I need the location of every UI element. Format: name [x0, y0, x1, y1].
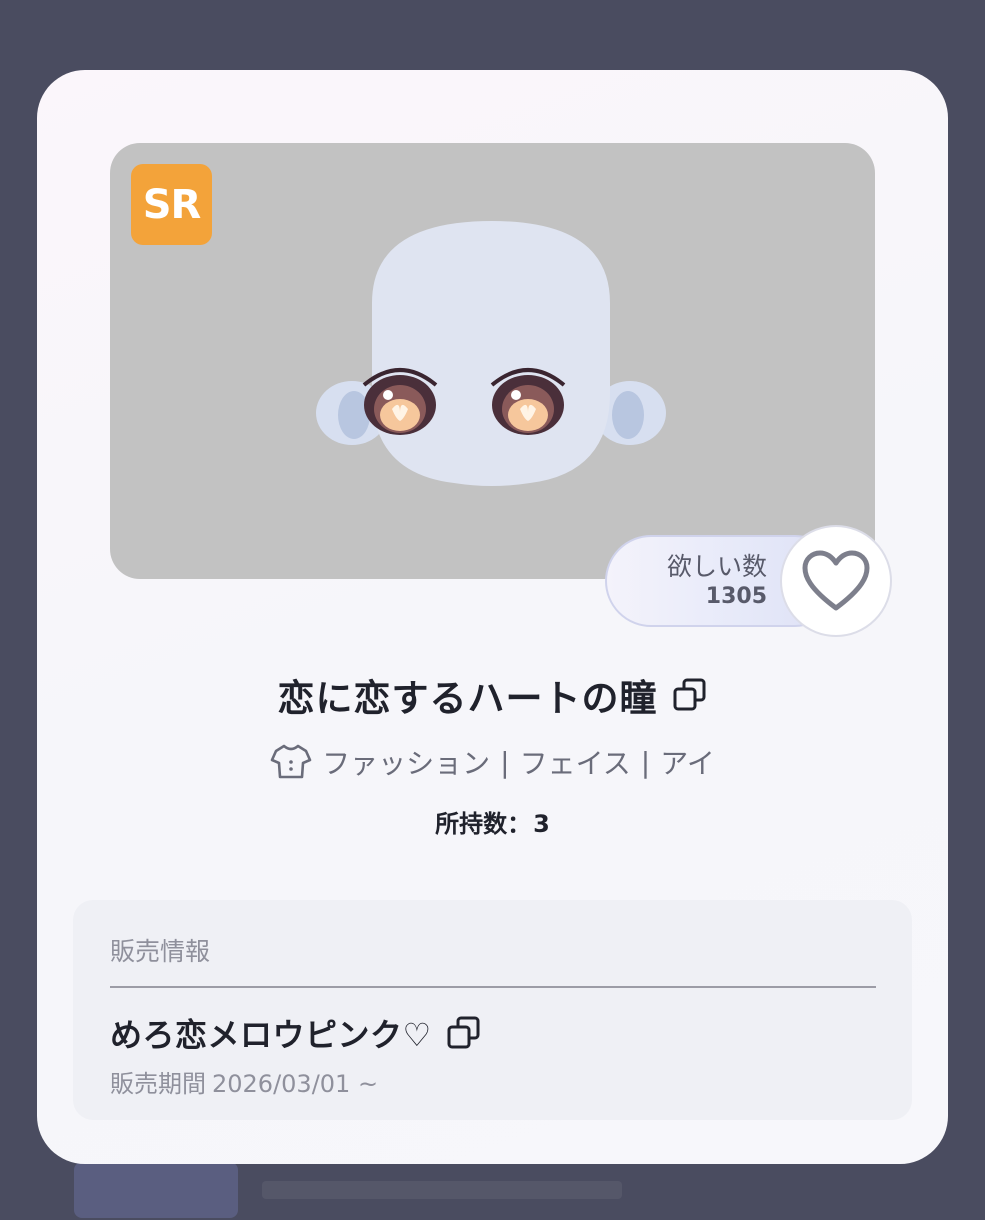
sale-period-value: 2026/03/01 ~ — [212, 1070, 379, 1098]
category-breadcrumb: ファッション | フェイス | アイ — [37, 742, 948, 782]
copy-icon[interactable] — [446, 1015, 482, 1051]
category-separator: | — [500, 745, 510, 779]
want-heart-button[interactable] — [780, 525, 892, 637]
heart-outline-icon — [802, 550, 870, 611]
copy-icon[interactable] — [672, 677, 708, 713]
item-detail-card: SR 欲しい数 1305 恋に恋するハートの瞳 ファッション | フェイス | — [37, 70, 948, 1164]
sale-item-row: めろ恋メロウピンク♡ — [110, 1010, 482, 1056]
background-thumbnail — [74, 1162, 238, 1218]
face-preview-image — [316, 221, 666, 486]
sale-info-heading: 販売情報 — [110, 937, 211, 966]
category-eye: アイ — [660, 747, 715, 780]
sale-item-name: めろ恋メロウピンク♡ — [110, 1016, 432, 1054]
want-label: 欲しい数 — [666, 552, 767, 581]
rarity-badge: SR — [131, 164, 212, 245]
category-fashion: ファッション — [322, 747, 491, 780]
item-preview: SR — [110, 143, 875, 579]
sale-period-label: 販売期間 — [110, 1070, 206, 1098]
owned-count-row: 所持数：3 — [37, 804, 948, 839]
want-count: 1305 — [705, 584, 767, 609]
background-text — [262, 1181, 622, 1199]
divider — [110, 986, 876, 988]
category-face: フェイス — [519, 747, 631, 780]
category-separator: | — [640, 745, 651, 779]
item-title-row: 恋に恋するハートの瞳 — [37, 668, 948, 722]
owned-label: 所持数： — [435, 810, 532, 838]
owned-count: 3 — [533, 810, 550, 838]
background-list-peek — [70, 1160, 930, 1220]
sale-period: 販売期間 2026/03/01 ~ — [110, 1064, 384, 1099]
shirt-icon — [270, 744, 312, 779]
item-title: 恋に恋するハートの瞳 — [277, 677, 658, 720]
sale-info-panel: 販売情報 めろ恋メロウピンク♡ 販売期間 2026/03/01 ~ — [73, 900, 912, 1120]
